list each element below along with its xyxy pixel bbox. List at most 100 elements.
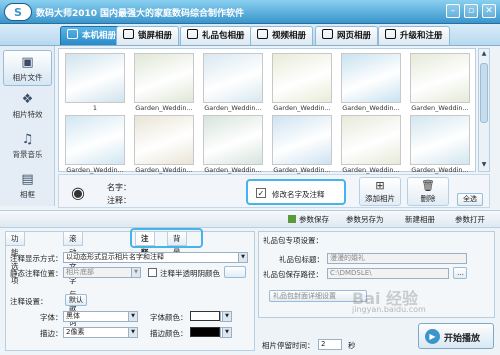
note-mode-select[interactable]: 以动态形式显示相片名字和注释 ▼: [63, 252, 248, 263]
frame-icon: ▤: [21, 172, 34, 187]
upgrade-icon: [385, 29, 396, 39]
photo-thumbnail[interactable]: [410, 115, 470, 165]
font-select[interactable]: 黑体 ▼: [63, 311, 138, 322]
gift-title-input[interactable]: 漫漫的婚礼: [327, 253, 467, 264]
photo-caption: Garden_Weddin...: [204, 104, 262, 112]
static-position-select[interactable]: 相片底部 ▼: [63, 267, 141, 278]
new-album-button[interactable]: 新建相册: [405, 214, 435, 225]
title-bar: S 数码大师2010 国内最强大的家庭数码综合制作软件 – ▫ ✕: [0, 0, 500, 24]
photo-thumbnail[interactable]: [272, 115, 332, 165]
params-toolbar: 参数保存 参数另存为 新建相册 参数打开: [0, 210, 500, 228]
save-params-button[interactable]: 参数保存: [288, 214, 329, 225]
chevron-down-icon: ▼: [131, 268, 140, 277]
watermark-url: jingyan.baidu.com: [352, 305, 426, 314]
photo-caption: Garden_Weddin...: [135, 104, 193, 112]
default-button[interactable]: 默认: [65, 294, 87, 306]
photo-caption: Garden_Weddin...: [66, 166, 124, 174]
rename-label: 修改名字及注释: [272, 190, 325, 199]
tab-scroll-text-lyrics[interactable]: 滚动文字与歌词: [63, 231, 83, 327]
album-icon: [67, 29, 78, 39]
delete-button[interactable]: 🗑 删除: [407, 177, 449, 206]
tab-local-album[interactable]: 本机相册: [60, 26, 124, 45]
font-color-label: 字体颜色：: [150, 313, 188, 322]
font-color-swatch[interactable]: [190, 311, 220, 321]
start-play-button[interactable]: ▶ 开始播放: [418, 323, 494, 349]
font-label: 字体：: [40, 313, 63, 322]
gift-settings-title: 礼品包专项设置：: [263, 236, 323, 245]
chevron-down-icon: ▼: [128, 312, 137, 321]
photo-grid: 1 Garden_Weddin... Garden_Weddin... Garden_…: [58, 48, 476, 174]
effects-icon: ❖: [21, 92, 34, 107]
photo-thumbnail[interactable]: [203, 115, 263, 165]
gift-title-label: 礼品包标题：: [279, 255, 324, 264]
app-logo: S: [4, 3, 32, 21]
color-picker-button[interactable]: [224, 266, 246, 278]
tab-lock-screen-album[interactable]: 锁屏相册: [116, 26, 180, 45]
tab-video-album[interactable]: 视频相册: [250, 26, 314, 45]
photo-caption: Garden_Weddin...: [273, 104, 331, 112]
note-mode-label: 注释显示方式：: [10, 254, 63, 263]
tab-gift-album[interactable]: 礼品包相册: [180, 26, 252, 45]
font-color-dropdown[interactable]: ▼: [220, 311, 232, 322]
browse-folder-button[interactable]: …: [453, 267, 467, 279]
open-params-button[interactable]: 参数打开: [455, 214, 485, 225]
scroll-thumb[interactable]: [480, 63, 488, 123]
maximize-button[interactable]: ▫: [464, 4, 478, 18]
sidebar-item-photo-frame[interactable]: ▤ 相框: [3, 168, 52, 204]
photo-thumbnail[interactable]: [65, 53, 125, 103]
photo-thumbnail[interactable]: [341, 115, 401, 165]
music-icon: ♫: [21, 132, 34, 147]
app-window: S 数码大师2010 国内最强大的家庭数码综合制作软件 – ▫ ✕ 本机相册 锁…: [0, 0, 500, 355]
stay-time-input[interactable]: 2: [318, 339, 342, 350]
minimize-button[interactable]: –: [446, 4, 460, 18]
photo-caption: Garden_Weddin...: [135, 166, 193, 174]
note-settings-label: 注释设置：: [10, 297, 48, 306]
photo-thumbnail[interactable]: [65, 115, 125, 165]
add-photo-button[interactable]: ⊞ 添加相片: [359, 177, 401, 206]
rename-checkbox[interactable]: ✓: [256, 188, 266, 198]
photo-info-panel: ◉ 名字： 注释： ✓ 修改名字及注释 ⊞ 添加相片 🗑 删除 全选: [58, 174, 490, 208]
sidebar-item-background-music[interactable]: ♫ 背景音乐: [3, 128, 52, 164]
tab-upgrade-register[interactable]: 升级和注册: [378, 26, 450, 45]
tab-highlight-box: [130, 228, 203, 248]
tab-web-album[interactable]: 网页相册: [315, 26, 379, 45]
stay-time-label: 相片停留时间：: [262, 341, 315, 350]
stay-time-unit: 秒: [348, 341, 356, 350]
scroll-down-arrow[interactable]: ▼: [480, 161, 488, 170]
add-photo-icon: ⊞: [375, 179, 385, 192]
stroke-color-dropdown[interactable]: ▼: [220, 327, 232, 338]
trash-icon: 🗑: [421, 179, 435, 192]
name-label: 名字：: [107, 183, 131, 192]
tab-function-options[interactable]: 功能选项: [5, 231, 25, 285]
photo-caption: Garden_Weddin...: [273, 166, 331, 174]
photo-thumbnail[interactable]: [272, 53, 332, 103]
close-button[interactable]: ✕: [482, 4, 496, 18]
stroke-color-swatch[interactable]: [190, 327, 220, 337]
grid-scrollbar[interactable]: ▲ ▼: [478, 48, 490, 172]
photo-caption: Garden_Weddin...: [342, 104, 400, 112]
photo-caption: Garden_Weddin...: [204, 166, 262, 174]
save-params-as-button[interactable]: 参数另存为: [346, 214, 384, 225]
photo-caption: 1: [92, 104, 98, 112]
photo-caption: Garden_Weddin...: [411, 166, 469, 174]
scroll-up-arrow[interactable]: ▲: [480, 50, 488, 59]
photo-thumbnail[interactable]: [341, 53, 401, 103]
globe-icon: [322, 29, 333, 39]
photo-thumbnail[interactable]: [203, 53, 263, 103]
note-label: 注释：: [107, 196, 131, 205]
sidebar-item-photo-files[interactable]: ▣ 相片文件: [3, 50, 52, 86]
save-path-input[interactable]: C:\DMDSLE\: [327, 268, 449, 279]
stroke-select[interactable]: 2像素 ▼: [63, 327, 138, 338]
sidebar-item-photo-effects[interactable]: ❖ 相片特效: [3, 88, 52, 124]
select-all-button[interactable]: 全选: [457, 193, 483, 206]
save-icon: [288, 215, 296, 223]
chevron-down-icon: ▼: [222, 312, 231, 321]
semi-transparent-checkbox[interactable]: [148, 268, 157, 277]
photo-thumbnail[interactable]: [410, 53, 470, 103]
static-position-label: 静态注释位置：: [10, 269, 63, 278]
gift-icon: [187, 29, 198, 39]
photo-thumbnail[interactable]: [134, 53, 194, 103]
photo-caption: Garden_Weddin...: [411, 104, 469, 112]
rename-and-note-option[interactable]: ✓ 修改名字及注释: [246, 179, 346, 205]
photo-thumbnail[interactable]: [134, 115, 194, 165]
